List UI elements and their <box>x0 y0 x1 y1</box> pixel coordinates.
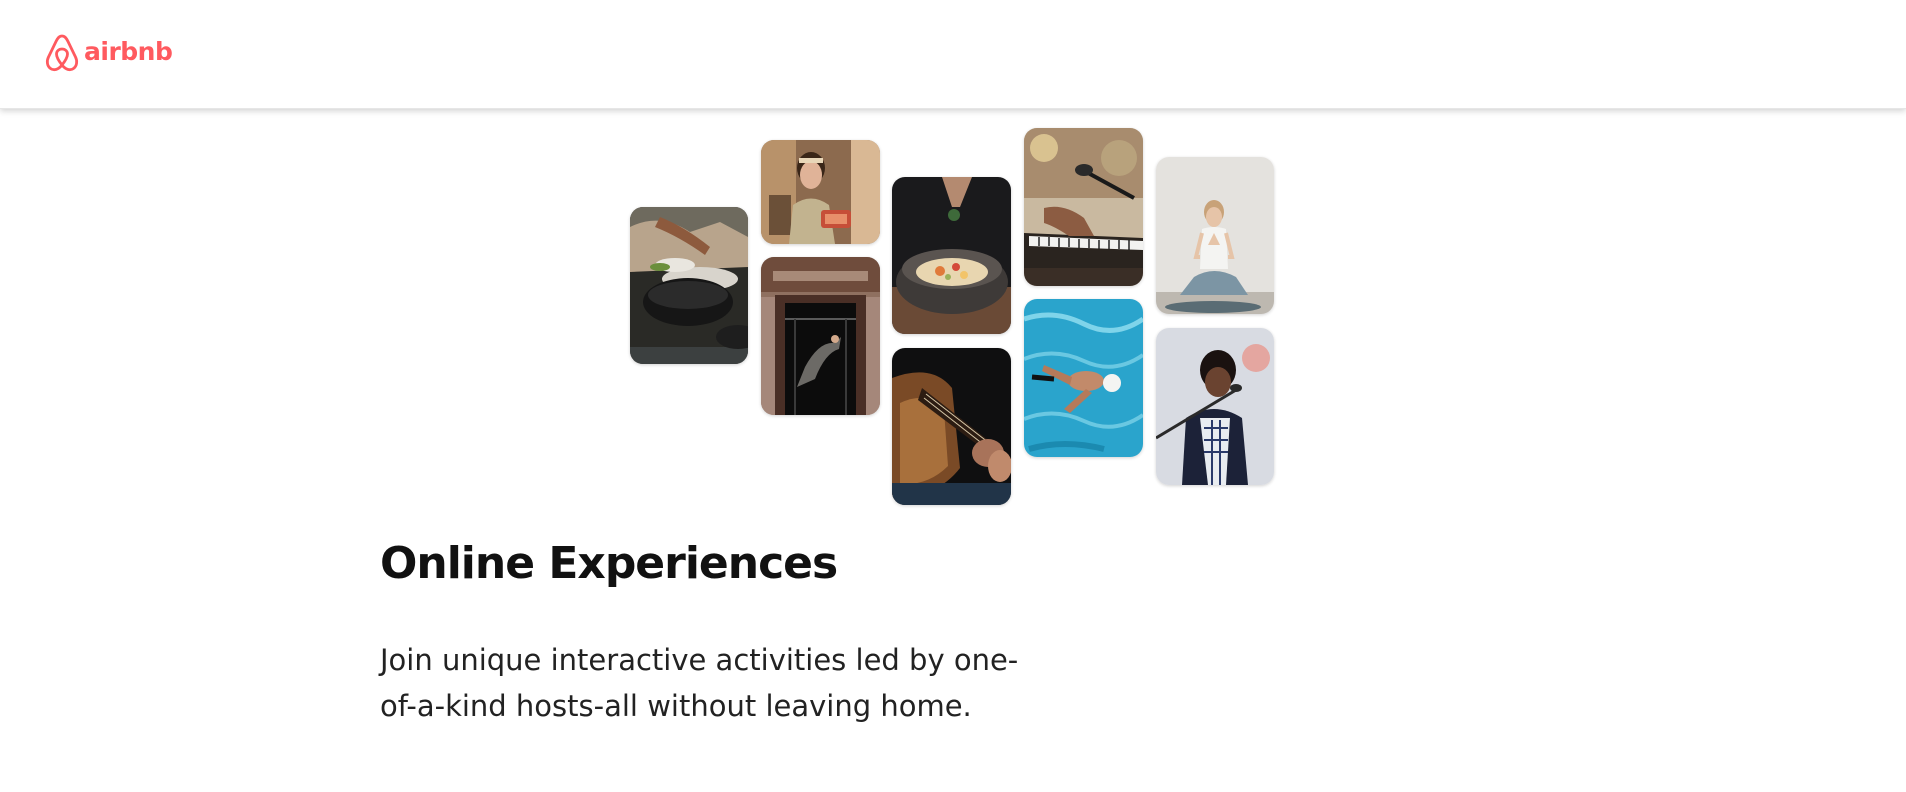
page-description: Join unique interactive activities led b… <box>380 643 1019 723</box>
photo-singer <box>1156 328 1274 485</box>
top-navbar: airbnb <box>0 0 1906 109</box>
photo-yoga <box>1156 157 1274 314</box>
photo-dancer-doorway <box>761 257 880 415</box>
airbnb-logo-link[interactable]: airbnb <box>44 33 173 73</box>
page-title: Online Experiences <box>380 538 838 589</box>
logo-wordmark: airbnb <box>84 36 173 66</box>
photo-piano-microphone <box>1024 128 1143 286</box>
photo-cooking-pans <box>630 207 748 364</box>
photo-guitar <box>892 348 1011 505</box>
photo-swimmer <box>1024 299 1143 457</box>
photo-food-bowl <box>892 177 1011 334</box>
airbnb-belo-icon <box>45 34 79 72</box>
photo-woman-kitchen <box>761 140 880 244</box>
